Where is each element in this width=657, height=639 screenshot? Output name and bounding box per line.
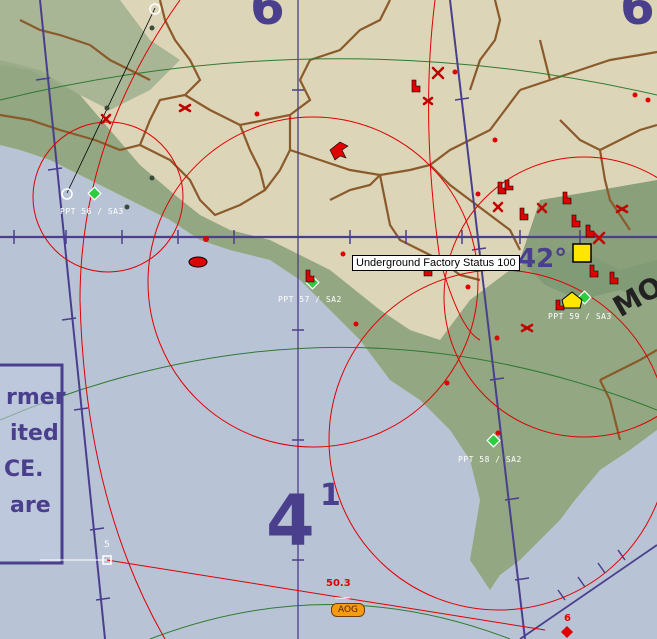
info-panel-line: are bbox=[10, 493, 51, 518]
latitude-label: 42° bbox=[518, 244, 568, 274]
sam-site-label: PPT 57 / SA2 bbox=[278, 295, 342, 304]
grid-number-superscript: 1 bbox=[320, 478, 341, 513]
waypoint-number: 5 bbox=[104, 540, 110, 550]
factory-target-icon bbox=[572, 243, 592, 263]
top-left-grid-digit: 6 bbox=[250, 0, 285, 36]
top-right-grid-digit: 6 bbox=[620, 0, 655, 36]
info-panel-line: rmer bbox=[6, 385, 66, 410]
info-panel-line: CE. bbox=[4, 457, 44, 482]
sam-site-label: PPT 58 / SA2 bbox=[458, 455, 522, 464]
sam-site-label: PPT 56 / SA3 bbox=[60, 207, 124, 216]
distance-label: 50.3 bbox=[326, 578, 351, 589]
bottom-marker-number: 6 bbox=[564, 613, 571, 624]
grid-number: 4 bbox=[266, 480, 315, 562]
map-tooltip: Underground Factory Status 100 bbox=[352, 255, 520, 271]
info-panel-line: ited bbox=[10, 421, 59, 446]
port-icon[interactable] bbox=[188, 256, 208, 268]
airbase-label[interactable]: AOG bbox=[331, 603, 365, 617]
sam-site-label: PPT 59 / SA3 bbox=[548, 312, 612, 321]
